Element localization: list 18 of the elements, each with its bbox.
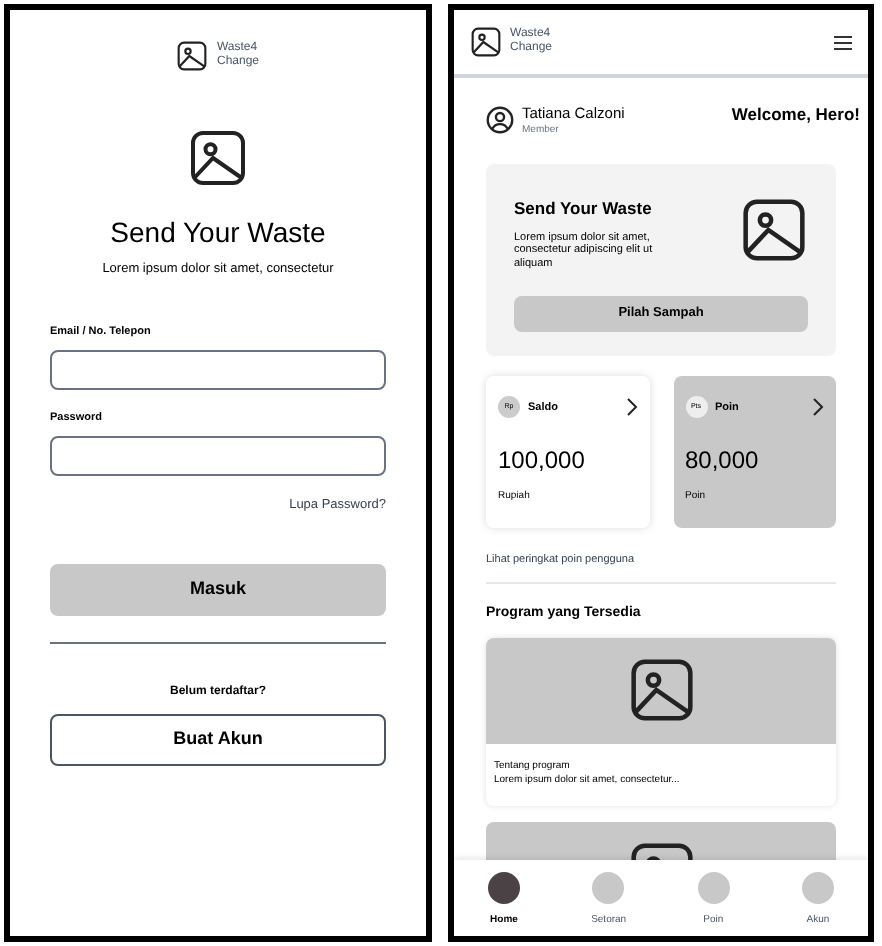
image-icon bbox=[188, 128, 248, 188]
title: Send Your Waste bbox=[110, 214, 326, 252]
greeting: Welcome, Hero! bbox=[731, 102, 860, 128]
balance-value: 100,000 bbox=[498, 444, 587, 479]
user-icon bbox=[486, 106, 514, 135]
image-icon bbox=[627, 656, 695, 725]
chevron-right-icon bbox=[625, 398, 637, 417]
logo-icon bbox=[176, 40, 209, 72]
balance-value: 80,000 bbox=[685, 444, 761, 479]
input-field[interactable] bbox=[50, 350, 386, 390]
logo-icon bbox=[470, 26, 502, 58]
login-button[interactable]: Masuk bbox=[50, 564, 386, 616]
menu-icon[interactable] bbox=[834, 35, 852, 49]
create-account-button[interactable]: Buat Akun bbox=[50, 714, 386, 766]
promo-title: Send Your Waste bbox=[514, 195, 654, 221]
chevron-right-icon bbox=[812, 398, 824, 417]
image-icon bbox=[740, 195, 808, 264]
input-field[interactable] bbox=[50, 436, 386, 477]
